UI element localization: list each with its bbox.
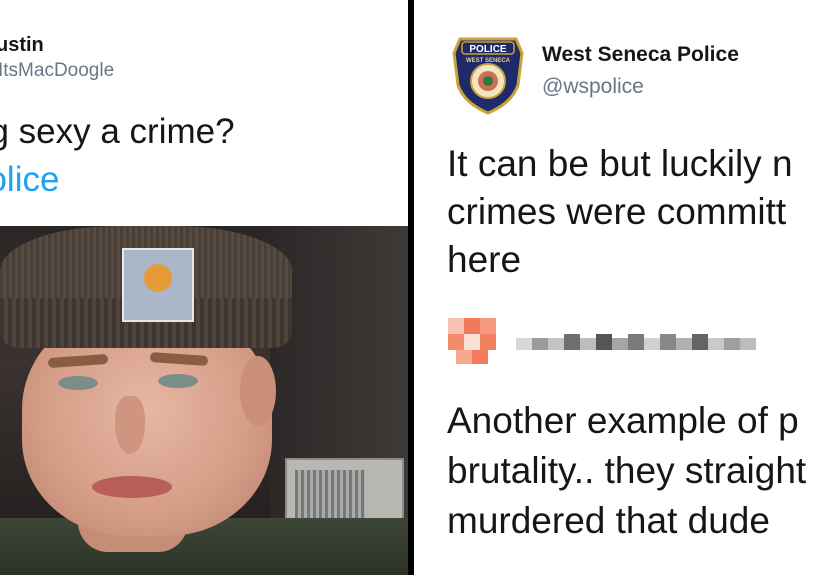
right-tweet-line: It can be but luckily n: [447, 143, 793, 184]
right-tweet-card: POLICE WEST SENECA West Seneca Police @w…: [414, 0, 825, 575]
beanie-patch-icon: [122, 248, 194, 322]
pixelated-quoted-user: [448, 318, 756, 364]
left-tweet-mention-link[interactable]: police: [0, 156, 59, 204]
left-user-handle[interactable]: ItsMacDoogle: [0, 60, 114, 82]
right-user-handle[interactable]: @wspolice: [542, 75, 644, 99]
quoted-tweet-line: murdered that dude: [447, 500, 770, 541]
tweet-photo[interactable]: [0, 226, 408, 575]
badge-title: POLICE: [469, 44, 507, 55]
quoted-tweet-line: brutality.. they straight: [447, 450, 807, 491]
right-tweet-text: It can be but luckily n crimes were comm…: [447, 140, 825, 284]
left-user-display-name[interactable]: ustin: [0, 34, 44, 57]
right-tweet-line: crimes were committ: [447, 191, 787, 232]
photo-right-eye: [158, 374, 198, 388]
right-user-display-name[interactable]: West Seneca Police: [542, 43, 739, 67]
photo-ear: [240, 356, 276, 426]
quoted-tweet-text: Another example of p brutality.. they st…: [447, 396, 825, 546]
police-badge-avatar-icon[interactable]: POLICE WEST SENECA: [452, 33, 524, 115]
quoted-tweet-line: Another example of p: [447, 400, 799, 441]
photo-mouth: [92, 476, 172, 498]
right-tweet-line: here: [447, 239, 522, 280]
photo-left-eye: [58, 376, 98, 390]
photo-nose: [115, 396, 145, 454]
left-tweet-card: ustin ItsMacDoogle ng sexy a crime? poli…: [0, 0, 408, 226]
left-tweet-text: ng sexy a crime?: [0, 112, 235, 151]
